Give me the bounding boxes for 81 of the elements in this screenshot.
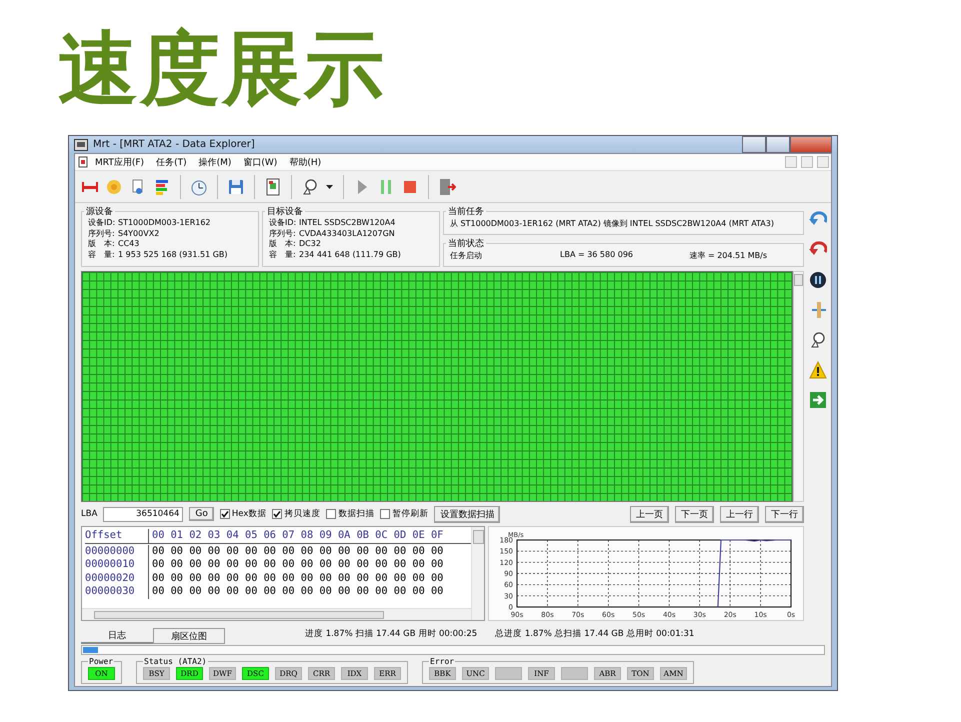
field-value: S4Y00VX2 <box>118 228 160 239</box>
checkbox[interactable] <box>326 509 336 519</box>
menu-item[interactable]: 帮助(H) <box>284 154 326 170</box>
slide-title: 速度展示 <box>57 20 387 117</box>
panel-heading: 当前任务 <box>447 206 485 218</box>
color-bars-icon[interactable] <box>153 178 171 196</box>
panel-heading: 当前状态 <box>447 238 485 250</box>
field-value: 234 441 648 (111.79 GB) <box>299 250 401 260</box>
menu-item[interactable]: 任务(T) <box>151 154 192 170</box>
tab[interactable]: 日志 <box>81 628 153 644</box>
offset-cell: 00000020 <box>85 572 149 585</box>
lba-label: LBA <box>81 509 98 519</box>
field-label: 序列号: <box>88 228 116 239</box>
rate-reading: 速率 = 204.51 MB/s <box>689 250 767 261</box>
hex-bytes: 00 00 00 00 00 00 00 00 00 00 00 00 00 00 00 00 <box>151 558 444 572</box>
window-title: Mrt - [MRT ATA2 - Data Explorer] <box>93 139 256 150</box>
probe-icon[interactable] <box>301 178 319 196</box>
group-title: Power <box>88 657 114 666</box>
menu-item[interactable]: 操作(M) <box>194 154 236 170</box>
field-label: 版 本: <box>269 239 297 250</box>
field-label: 容 量: <box>88 250 116 260</box>
panel-heading: 目标设备 <box>266 206 304 218</box>
hex-bytes: 00 00 00 00 00 00 00 00 00 00 00 00 00 00 00 00 <box>151 572 444 585</box>
card-icon[interactable] <box>264 178 282 196</box>
hex-bytes: 00 00 00 00 00 00 00 00 00 00 00 00 00 00 00 00 <box>151 544 444 558</box>
hex-bytes: 00 00 00 00 00 00 00 00 00 00 00 00 00 00 00 00 <box>151 585 444 598</box>
checkbox-label[interactable]: Hex数据 <box>232 508 266 520</box>
nav-button[interactable]: 下一行 <box>765 506 804 522</box>
checkbox[interactable] <box>272 509 282 519</box>
lba-reading: LBA = 36 580 096 <box>560 250 634 261</box>
field-value: CVDA433403LA1207GN <box>299 228 395 239</box>
field-label: 设备ID: <box>88 218 116 228</box>
checkbox[interactable] <box>380 509 390 519</box>
offset-cell: 00000010 <box>85 558 149 572</box>
field-label: 容 量: <box>269 250 297 260</box>
field-value: CC43 <box>118 239 140 250</box>
group-title: Error <box>429 657 456 666</box>
offset-header: Offset <box>85 529 149 542</box>
checkbox-label[interactable]: 拷贝速度 <box>284 508 320 520</box>
save-icon[interactable] <box>227 178 245 196</box>
nav-button[interactable]: 下一页 <box>675 506 714 522</box>
task-state: 任务启动 <box>450 250 483 261</box>
progress-text: 进度 1.87% 扫描 17.44 GB 用时 00:00:25 <box>305 628 478 640</box>
vertical-scrollbar[interactable] <box>471 527 484 620</box>
field-label: 版 本: <box>88 239 116 250</box>
close-button[interactable] <box>790 136 832 153</box>
field-label: 设备ID: <box>269 218 298 228</box>
offset-cell: 00000030 <box>85 585 149 598</box>
pause-icon[interactable] <box>808 271 826 289</box>
exit-icon[interactable] <box>438 178 456 196</box>
scan-settings-button[interactable]: 设置数据扫描 <box>434 506 500 522</box>
field-value: ST1000DM003-1ER162 <box>118 218 211 228</box>
minimize-button[interactable] <box>742 136 766 153</box>
field-label: 序列号: <box>269 228 297 239</box>
warning-icon[interactable] <box>808 361 826 379</box>
group-title: Status (ATA2) <box>143 657 208 666</box>
tab[interactable]: 扇区位图 <box>153 628 225 644</box>
vertical-scrollbar[interactable] <box>793 271 804 502</box>
nav-button[interactable]: 上一行 <box>720 506 759 522</box>
panel-heading: 源设备 <box>85 206 114 218</box>
progress-text: 总进度 1.87% 总扫描 17.44 GB 总用时 00:01:31 <box>495 628 694 640</box>
offset-cell: 00000000 <box>85 544 149 558</box>
arrow-right-icon[interactable] <box>808 391 826 409</box>
field-value: 1 953 525 168 (931.51 GB) <box>118 250 228 260</box>
task-description: 从 ST1000DM003-1ER162 (MRT ATA2) 镜像到 INTEL SSDSC2BW120A4 (MRT ATA3) <box>450 218 775 229</box>
lba-input[interactable]: 36510464 <box>103 506 184 522</box>
byte-header: 00 01 02 03 04 05 06 07 08 09 0A 0B 0C 0D 0E 0F <box>151 529 444 542</box>
probe-icon[interactable] <box>808 331 826 349</box>
checkbox[interactable] <box>220 509 230 519</box>
horizontal-scrollbar[interactable] <box>82 608 471 620</box>
checkbox-label[interactable]: 暂停刷新 <box>392 508 428 520</box>
field-value: DC32 <box>299 239 321 250</box>
field-value: INTEL SSDSC2BW120A4 <box>299 218 396 228</box>
clock-icon[interactable] <box>190 178 208 196</box>
maximize-button[interactable] <box>766 136 790 153</box>
nav-button[interactable]: 上一页 <box>630 506 669 522</box>
checkbox-label[interactable]: 数据扫描 <box>338 508 374 520</box>
menu-item[interactable]: MRT应用(F) <box>90 154 150 170</box>
app-icon <box>74 138 88 150</box>
menu-item[interactable]: 窗口(W) <box>238 154 282 170</box>
go-button[interactable]: Go <box>189 507 214 521</box>
